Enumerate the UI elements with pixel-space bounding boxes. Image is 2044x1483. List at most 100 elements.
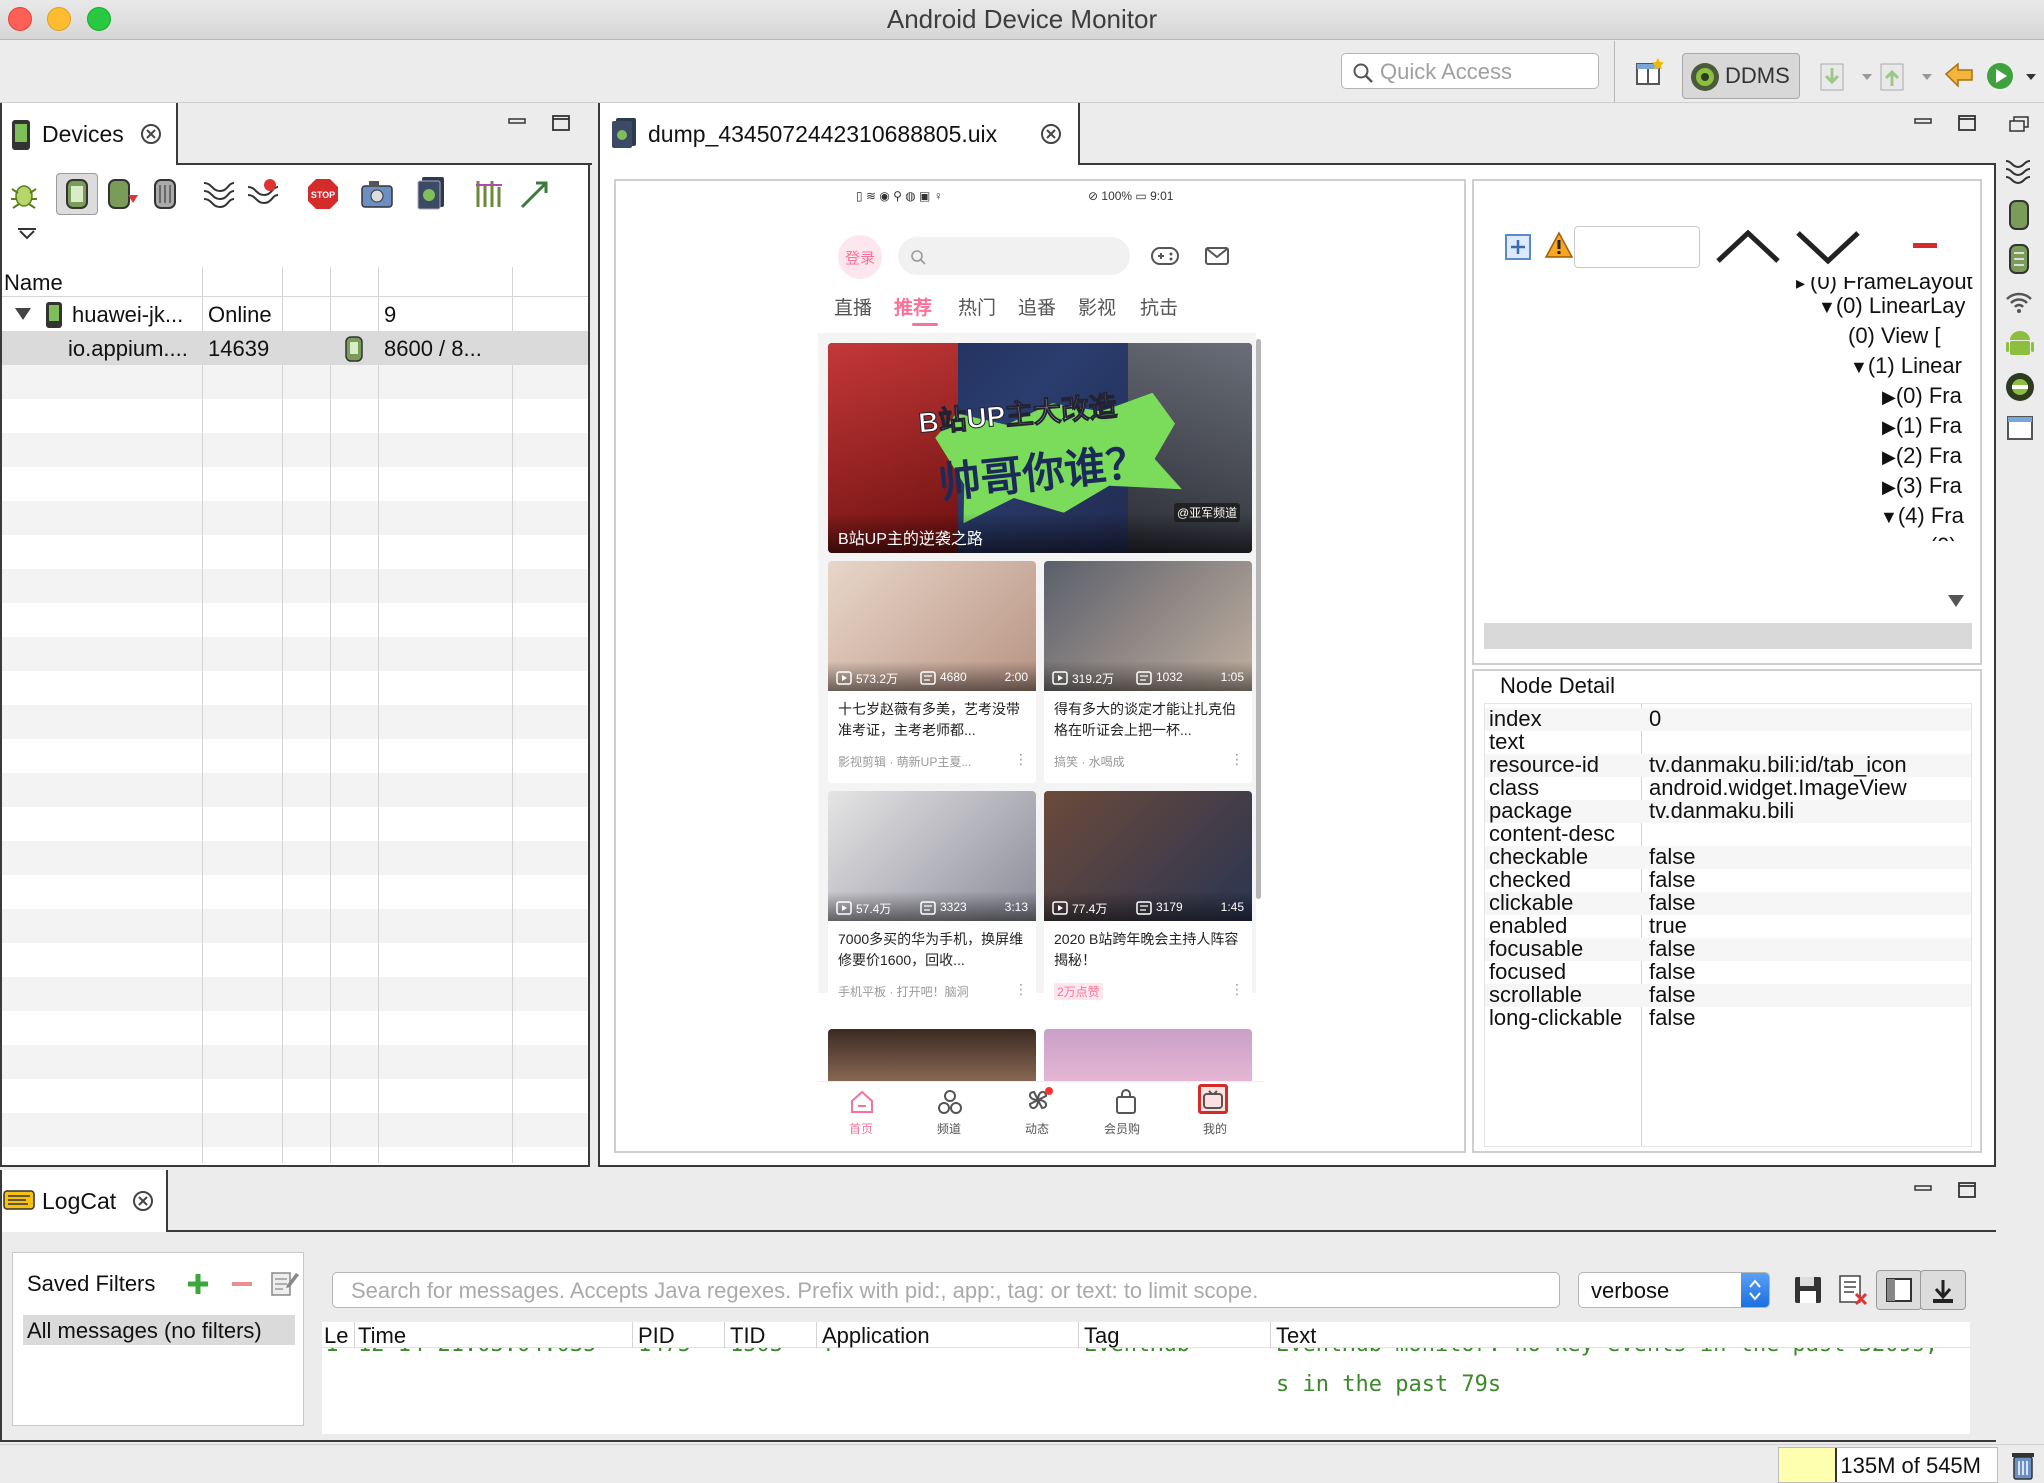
tree-node[interactable]: (0) View [: [1848, 323, 1941, 349]
emulator-control-icon[interactable]: [2004, 371, 2036, 403]
device-screenshot[interactable]: ▯ ≋ ◉ ⚲ ◍ ▣ ♀ ⊘ 100% ▭ 9:01 登录 直播 推荐 热门 …: [818, 181, 1264, 1151]
nav-home[interactable]: 首页: [849, 1120, 873, 1137]
minimize-icon[interactable]: [1914, 1182, 1932, 1198]
column-header-text[interactable]: Text: [1276, 1323, 1316, 1349]
threads-view-icon[interactable]: [2004, 155, 2034, 185]
phone-tab-movies[interactable]: 影视: [1078, 293, 1116, 320]
chevron-updown-icon[interactable]: [1741, 1273, 1769, 1307]
expand-triangle-icon[interactable]: [1946, 593, 1966, 609]
node-detail-row[interactable]: long-clickable false: [1485, 1005, 1971, 1030]
heap-status[interactable]: 135M of 545M: [1778, 1447, 1998, 1483]
device-row[interactable]: huawei-jk... Online 9: [2, 297, 588, 331]
node-detail-row[interactable]: enabled true: [1485, 913, 1971, 938]
clear-log-icon[interactable]: [1836, 1274, 1868, 1306]
dump-hprof-icon[interactable]: [106, 177, 140, 211]
phone-tab-hot[interactable]: 热门: [958, 293, 996, 320]
node-detail-row[interactable]: focusable false: [1485, 936, 1971, 961]
maximize-icon[interactable]: [552, 115, 570, 131]
import-icon[interactable]: [1818, 58, 1878, 94]
nav-mine[interactable]: 我的: [1203, 1120, 1227, 1137]
node-detail-row[interactable]: checked false: [1485, 867, 1971, 892]
channels-icon[interactable]: [936, 1088, 964, 1116]
dump-view-hierarchy-icon[interactable]: [416, 175, 452, 211]
column-header-application[interactable]: Application: [822, 1323, 930, 1349]
allocation-tracker-icon[interactable]: [2008, 243, 2030, 275]
open-perspective-icon[interactable]: [1634, 56, 1666, 88]
mail-icon[interactable]: [1204, 245, 1230, 267]
phone-tab-fight[interactable]: 抗击: [1140, 293, 1178, 320]
node-detail-row[interactable]: clickable false: [1485, 890, 1971, 915]
node-detail-row[interactable]: index 0: [1485, 706, 1971, 731]
video-card[interactable]: 77.4万 3179 1:45 2020 B站跨年晚会主持人阵容揭秘！ 2万点赞 ⋮: [1044, 791, 1252, 1013]
column-header-tid[interactable]: TID: [730, 1323, 765, 1349]
nav-dynamic[interactable]: 动态: [1025, 1120, 1049, 1137]
restore-icon[interactable]: [2008, 115, 2030, 133]
maximize-icon[interactable]: [1958, 1182, 1976, 1198]
node-detail-row[interactable]: focused false: [1485, 959, 1971, 984]
gc-icon[interactable]: [152, 177, 178, 211]
node-detail-row[interactable]: content-desc: [1485, 821, 1971, 846]
file-explorer-icon[interactable]: [2006, 415, 2034, 441]
video-card[interactable]: 57.4万 3323 3:13 7000多买的华为手机，换屏维修要价1600，回收..…: [828, 791, 1036, 1013]
start-opengl-trace-icon[interactable]: [518, 177, 552, 211]
feed-thumb-partial[interactable]: [828, 1029, 1036, 1083]
previous-node-icon[interactable]: [1714, 227, 1782, 267]
close-tab-icon[interactable]: [140, 123, 162, 145]
add-filter-icon[interactable]: [185, 1271, 211, 1297]
phone-tab-anime[interactable]: 追番: [1018, 293, 1056, 320]
back-history-icon[interactable]: [1940, 58, 1980, 94]
ddms-perspective-button[interactable]: DDMS: [1682, 53, 1800, 99]
phone-tab-live[interactable]: 直播: [834, 293, 872, 320]
node-detail-row[interactable]: scrollable false: [1485, 982, 1971, 1007]
tree-node[interactable]: ▼(1) Linear: [1850, 353, 1962, 379]
close-tab-icon[interactable]: [1040, 123, 1062, 145]
column-header-tag[interactable]: Tag: [1084, 1323, 1119, 1349]
debug-bug-icon[interactable]: [8, 177, 40, 211]
horizontal-scrollbar[interactable]: [1484, 623, 1972, 649]
next-node-icon[interactable]: [1794, 227, 1862, 267]
scroll-lock-button[interactable]: [1920, 1270, 1966, 1310]
column-header-name[interactable]: Name: [4, 270, 63, 296]
node-detail-row[interactable]: text: [1485, 729, 1971, 754]
remove-filter-icon[interactable]: [229, 1271, 255, 1297]
tree-node[interactable]: ▼(4) Fra: [1880, 503, 1964, 529]
network-stats-icon[interactable]: [2004, 289, 2034, 315]
collapse-icon[interactable]: [1910, 233, 1940, 257]
feed-thumb-partial[interactable]: [1044, 1029, 1252, 1083]
minimize-icon[interactable]: [1914, 115, 1932, 131]
nav-vip-shop[interactable]: 会员购: [1104, 1120, 1140, 1137]
tab-logcat[interactable]: LogCat: [2, 1170, 168, 1232]
home-icon[interactable]: [848, 1088, 876, 1116]
game-controller-icon[interactable]: [1150, 243, 1180, 269]
edit-filter-icon[interactable]: [269, 1267, 299, 1297]
node-detail-row[interactable]: resource-id tv.danmaku.bili:id/tab_icon: [1485, 752, 1971, 777]
update-threads-icon[interactable]: [202, 177, 236, 211]
close-tab-icon[interactable]: [132, 1190, 154, 1212]
tab-devices[interactable]: Devices: [2, 103, 178, 165]
tree-node[interactable]: ▶(0) Fra: [1882, 383, 1962, 409]
column-header-level[interactable]: Le: [324, 1323, 348, 1349]
maximize-icon[interactable]: [1958, 115, 1976, 131]
tree-node[interactable]: ▶(1) Fra: [1882, 413, 1962, 439]
more-options-icon[interactable]: ⋮: [1014, 751, 1028, 768]
systrace-icon[interactable]: [474, 177, 504, 211]
save-log-icon[interactable]: [1792, 1274, 1824, 1306]
tree-node[interactable]: ▼(0): [1912, 533, 1957, 541]
update-heap-icon[interactable]: [64, 177, 90, 211]
log-search-input[interactable]: Search for messages. Accepts Java regexe…: [332, 1272, 1560, 1308]
more-options-icon[interactable]: ⋮: [1230, 981, 1244, 998]
column-header-pid[interactable]: PID: [638, 1323, 675, 1349]
stop-process-icon[interactable]: STOP: [306, 177, 340, 211]
screen-capture-icon[interactable]: [360, 177, 396, 211]
banner[interactable]: B站UP主大改造 帅哥你谁？ @亚军频道 B站UP主的逆袭之路: [828, 343, 1252, 553]
login-button[interactable]: 登录: [838, 235, 882, 279]
column-header-time[interactable]: Time: [358, 1323, 406, 1349]
tab-dump[interactable]: dump_4345072442310688805.uix: [600, 103, 1080, 165]
warning-icon[interactable]: [1544, 231, 1574, 259]
node-detail-row[interactable]: checkable false: [1485, 844, 1971, 869]
shop-bag-icon[interactable]: [1112, 1088, 1140, 1116]
dynamic-icon[interactable]: [1024, 1086, 1054, 1116]
video-card[interactable]: 319.2万 1032 1:05 得有多大的谈定才能让扎克伯格在听证会上把一杯... 搞…: [1044, 561, 1252, 783]
view-menu-chevron-icon[interactable]: [16, 225, 38, 241]
phone-tab-recommend[interactable]: 推荐: [894, 293, 932, 320]
